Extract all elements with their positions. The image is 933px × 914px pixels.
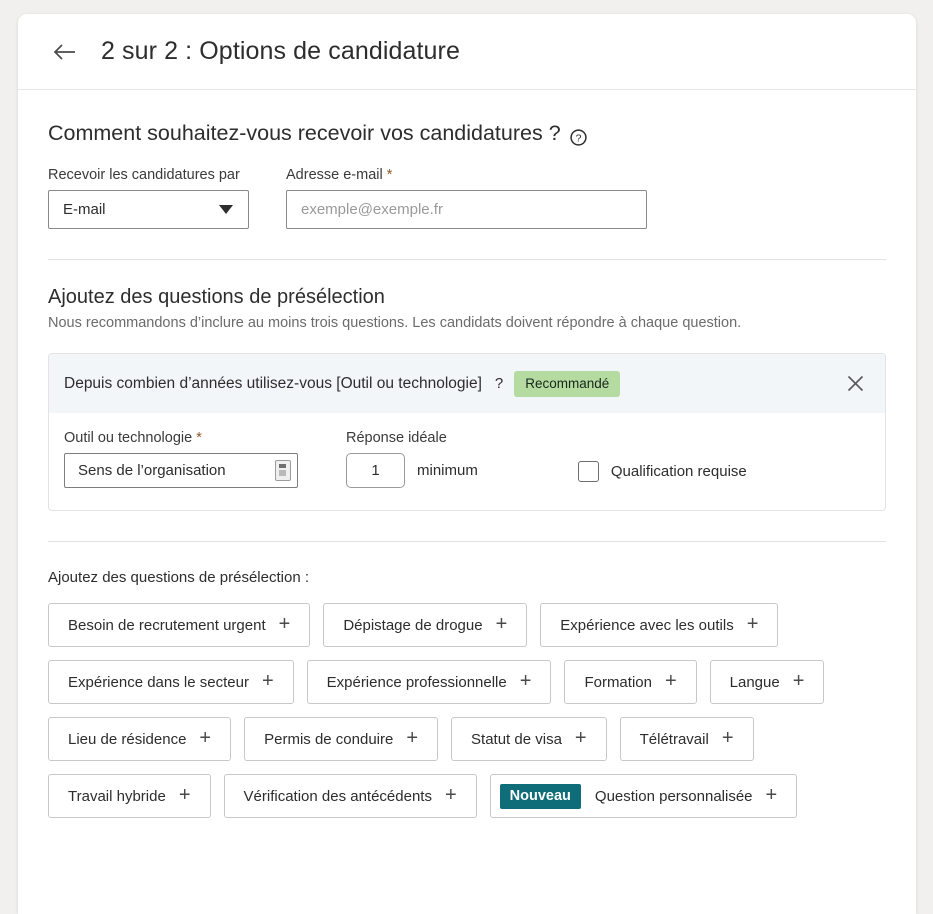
chip-add-question[interactable]: Langue + [709, 660, 825, 704]
chip-label: Dépistage de drogue [343, 616, 483, 634]
delivery-method-value: E-mail [63, 201, 106, 218]
screening-heading: Ajoutez des questions de présélection [48, 286, 385, 308]
plus-icon: + [574, 727, 587, 749]
tool-field-label: Outil ou technologie * [64, 430, 314, 446]
chip-label: Statut de visa [471, 730, 562, 748]
chip-add-question[interactable]: Dépistage de drogue + [323, 603, 528, 647]
tool-combobox[interactable]: Sens de l’organisation [64, 453, 298, 488]
chip-add-question[interactable]: Formation + [564, 660, 697, 704]
email-input[interactable] [286, 190, 647, 229]
ideal-answer-suffix: minimum [417, 462, 478, 479]
divider-2 [48, 541, 886, 542]
plus-icon: + [664, 670, 677, 692]
chip-add-question[interactable]: Statut de visa + [451, 717, 607, 761]
delivery-method-field: Recevoir les candidatures par E-mail [48, 167, 249, 229]
chip-label: Besoin de recrutement urgent [68, 616, 266, 634]
delivery-heading: Comment souhaitez-vous recevoir vos cand… [48, 121, 561, 145]
chip-label: Télétravail [639, 730, 709, 748]
question-card-header: Depuis combien d’années utilisez-vous [O… [49, 354, 885, 413]
required-qualification-label[interactable]: Qualification requise [611, 463, 747, 480]
question-card-body: Outil ou technologie * Sens de l’organis… [49, 413, 885, 510]
plus-icon: + [278, 613, 291, 635]
chip-add-question[interactable]: Télétravail + [619, 717, 754, 761]
required-qualification-group[interactable]: Qualification requise [577, 461, 747, 488]
chip-label: Expérience professionnelle [326, 673, 507, 691]
chip-label: Formation [584, 673, 652, 691]
recommended-badge: Recommandé [514, 370, 621, 397]
chip-add-question[interactable]: Expérience dans le secteur + [48, 660, 294, 704]
delivery-method-label: Recevoir les candidatures par [48, 167, 240, 183]
chip-add-question[interactable]: Besoin de recrutement urgent + [48, 603, 311, 647]
ideal-answer-group: Réponse idéale minimum [346, 430, 478, 488]
chip-label: Question personnalisée [594, 787, 753, 805]
plus-icon: + [721, 727, 734, 749]
email-label: Adresse e-mail * [286, 167, 647, 183]
chip-add-question[interactable]: Expérience avec les outils + [540, 603, 779, 647]
plus-icon: + [261, 670, 274, 692]
delivery-method-select[interactable]: E-mail [48, 190, 249, 229]
autofill-icon[interactable] [275, 460, 291, 481]
chip-add-question[interactable]: Nouveau Question personnalisée + [489, 774, 798, 818]
chip-add-question[interactable]: Vérification des antécédents + [223, 774, 477, 818]
chevron-down-icon [219, 205, 233, 214]
divider-1 [48, 259, 886, 260]
chip-add-question[interactable]: Expérience professionnelle + [306, 660, 552, 704]
email-label-text: Adresse e-mail [286, 167, 383, 183]
tool-field-group: Outil ou technologie * Sens de l’organis… [64, 430, 314, 488]
email-field-group: Adresse e-mail * [286, 167, 647, 229]
ideal-answer-label: Réponse idéale [346, 430, 447, 446]
plus-icon: + [519, 670, 532, 692]
delivery-fields: Recevoir les candidatures par E-mail Adr… [48, 167, 886, 229]
plus-icon: + [746, 613, 759, 635]
plus-icon: + [178, 784, 191, 806]
tool-combobox-value: Sens de l’organisation [78, 462, 226, 479]
tool-field-label-text: Outil ou technologie [64, 430, 193, 446]
chip-label: Expérience avec les outils [560, 616, 734, 634]
email-required-marker: * [386, 167, 393, 183]
question-circle-icon[interactable]: ? [570, 127, 587, 146]
chip-label: Travail hybride [68, 787, 166, 805]
question-card-title: Depuis combien d’années utilisez-vous [O… [64, 374, 482, 392]
plus-icon: + [792, 670, 805, 692]
chips-container: Besoin de recrutement urgent + Dépistage d… [48, 603, 888, 818]
question-card: Depuis combien d’années utilisez-vous [O… [48, 353, 886, 511]
new-badge: Nouveau [499, 783, 581, 809]
tool-required-marker: * [196, 430, 202, 446]
chip-add-question[interactable]: Permis de conduire + [244, 717, 439, 761]
chip-label: Expérience dans le secteur [68, 673, 249, 691]
plus-icon: + [765, 784, 778, 806]
chip-label: Lieu de résidence [68, 730, 187, 748]
plus-icon: + [199, 727, 212, 749]
chips-intro: Ajoutez des questions de présélection : [48, 569, 309, 586]
page-sheet: 2 sur 2 : Options de candidature Comment… [18, 14, 916, 914]
content-area: Comment souhaitez-vous recevoir vos cand… [18, 121, 916, 818]
screening-subtitle: Nous recommandons d’inclure au moins tro… [48, 315, 742, 331]
close-icon[interactable] [842, 371, 868, 397]
question-card-question-mark: ? [494, 375, 504, 392]
chip-add-question[interactable]: Lieu de résidence + [48, 717, 232, 761]
ideal-answer-input[interactable] [346, 453, 405, 488]
ideal-answer-row: minimum [346, 453, 478, 488]
titlebar: 2 sur 2 : Options de candidature [18, 14, 916, 90]
back-arrow-icon[interactable] [48, 35, 82, 69]
page-title: 2 sur 2 : Options de candidature [101, 37, 460, 65]
required-qualification-checkbox[interactable] [577, 461, 599, 482]
chip-label: Permis de conduire [264, 730, 394, 748]
chip-label: Langue [729, 673, 780, 691]
plus-icon: + [444, 784, 457, 806]
svg-text:?: ? [575, 132, 581, 144]
delivery-heading-row: Comment souhaitez-vous recevoir vos cand… [48, 121, 886, 146]
chip-label: Vérification des antécédents [243, 787, 432, 805]
plus-icon: + [495, 613, 508, 635]
chip-add-question[interactable]: Travail hybride + [48, 774, 211, 818]
plus-icon: + [406, 727, 419, 749]
